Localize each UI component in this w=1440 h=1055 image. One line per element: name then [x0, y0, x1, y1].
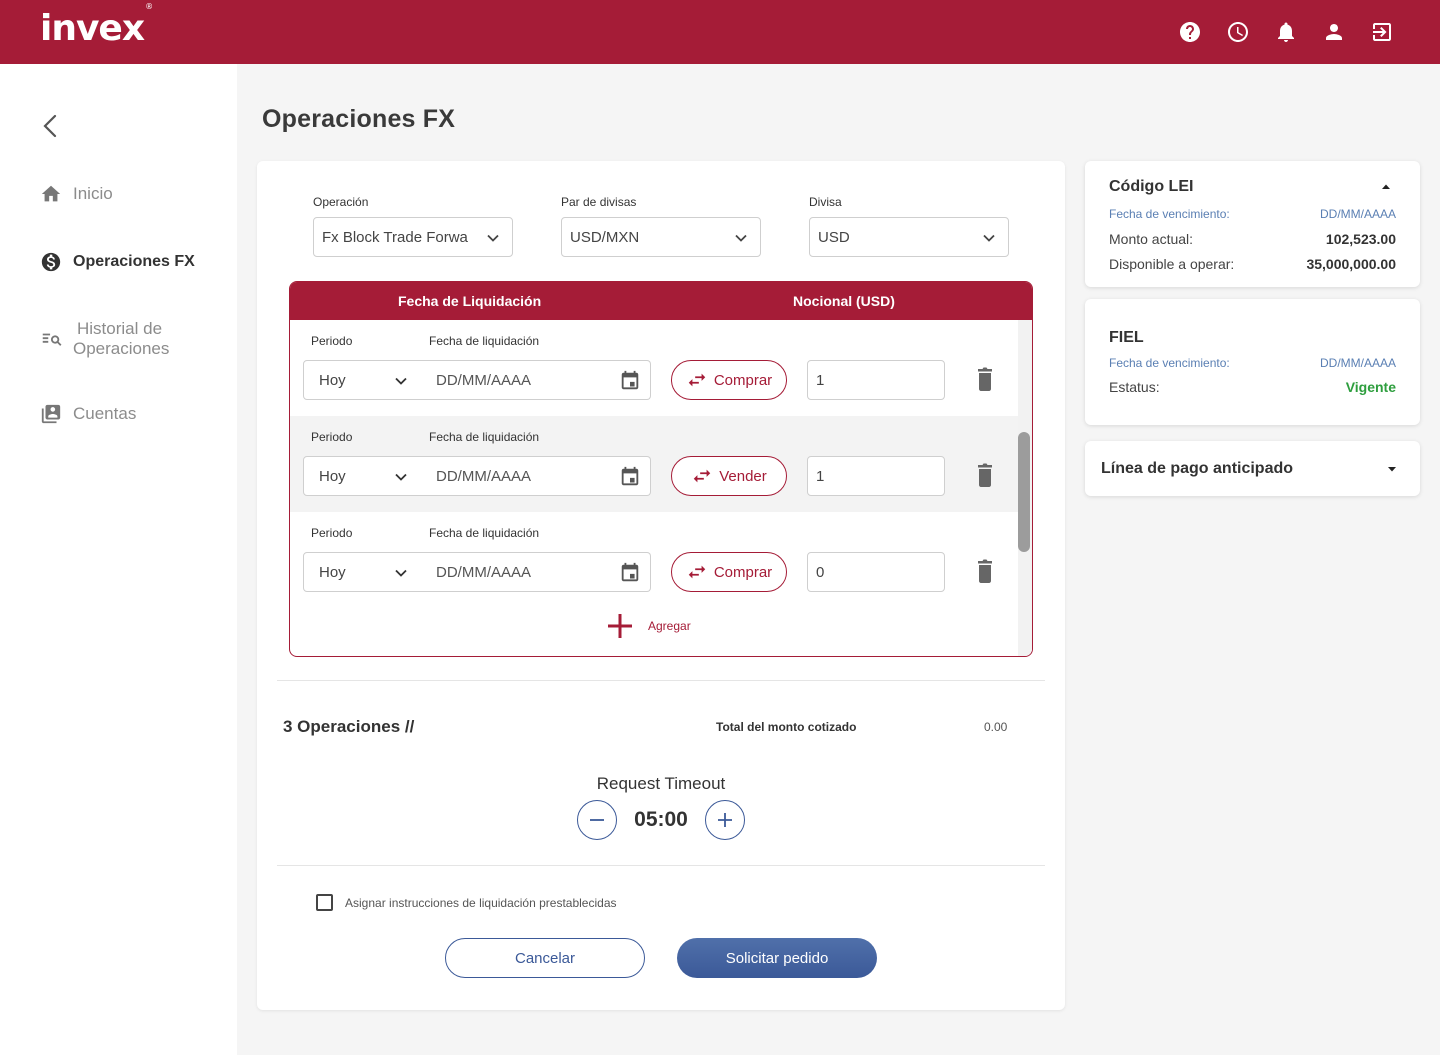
lei-card: Código LEI Fecha de vencimiento: DD/MM/A…: [1085, 161, 1420, 287]
accounts-icon: [41, 404, 61, 424]
sidebar-item-cuentas[interactable]: Cuentas: [40, 403, 136, 425]
comprar-button[interactable]: Comprar: [671, 552, 787, 592]
chevron-down-icon: [395, 569, 407, 577]
top-bar: invex®: [0, 0, 1440, 64]
table-row: Periodo Fecha de liquidación Hoy DD/MM/A…: [290, 416, 1018, 512]
plus-icon: [608, 614, 632, 638]
chevron-down-icon: [983, 234, 995, 242]
fiel-card: FIEL Fecha de vencimiento: DD/MM/AAAA Es…: [1085, 299, 1420, 425]
chevron-down-icon: [395, 473, 407, 481]
sidebar-item-inicio[interactable]: Inicio: [40, 183, 113, 205]
back-chevron-icon[interactable]: [38, 112, 62, 140]
divider: [277, 680, 1045, 681]
fecha-liquidacion-input[interactable]: DD/MM/AAAA: [420, 456, 651, 496]
timeout-stepper: 05:00: [577, 800, 745, 840]
search-list-icon: [42, 333, 62, 346]
timeout-title: Request Timeout: [596, 774, 726, 793]
operations-table: Fecha de Liquidación Nocional (USD) Peri…: [289, 281, 1033, 657]
home-icon: [41, 185, 61, 202]
operations-count: 3 Operaciones //: [283, 717, 415, 736]
nocional-input[interactable]: 1: [807, 360, 945, 400]
operation-form-card: Operación Fx Block Trade Forwa Par de di…: [257, 161, 1065, 1010]
top-bar-icons: [1178, 20, 1394, 44]
lei-title: Código LEI: [1109, 178, 1194, 195]
caret-up-icon[interactable]: [1380, 181, 1392, 193]
operacion-select[interactable]: Fx Block Trade Forwa: [313, 217, 513, 257]
preset-instructions-checkbox[interactable]: Asignar instrucciones de liquidación pre…: [316, 894, 617, 911]
calendar-icon[interactable]: [619, 370, 641, 392]
sidebar: Inicio Operaciones FX Historial de Operac…: [0, 64, 237, 1055]
periodo-select[interactable]: Hoy: [303, 552, 421, 592]
par-label: Par de divisas: [561, 195, 637, 209]
swap-arrows-icon: [688, 373, 706, 387]
swap-arrows-icon: [688, 565, 706, 579]
minus-icon: [590, 819, 604, 821]
linea-title: Línea de pago anticipado: [1101, 460, 1294, 477]
nocional-input[interactable]: 1: [807, 456, 945, 496]
plus-icon: [718, 813, 732, 827]
sidebar-item-historial[interactable]: Historial de Operaciones: [40, 319, 169, 359]
header-fecha: Fecha de Liquidación: [398, 293, 542, 309]
operacion-label: Operación: [313, 195, 369, 209]
calendar-icon[interactable]: [619, 466, 641, 488]
linea-pago-card[interactable]: Línea de pago anticipado: [1085, 441, 1420, 496]
header-nocional: Nocional (USD): [793, 293, 895, 309]
fecha-liquidacion-input[interactable]: DD/MM/AAAA: [420, 360, 651, 400]
user-icon[interactable]: [1322, 20, 1346, 44]
divider: [277, 865, 1045, 866]
help-icon[interactable]: [1178, 20, 1202, 44]
decrease-timeout-button[interactable]: [577, 800, 617, 840]
sidebar-item-operaciones-fx[interactable]: Operaciones FX: [40, 251, 195, 273]
chevron-down-icon: [395, 377, 407, 385]
fiel-title: FIEL: [1109, 329, 1144, 346]
divisa-label: Divisa: [809, 195, 842, 209]
table-row: Periodo Fecha de liquidación Hoy DD/MM/A…: [290, 512, 1018, 608]
status-badge: Vigente: [1345, 379, 1396, 395]
swap-arrows-icon: [693, 469, 711, 483]
invex-logo[interactable]: invex®: [40, 2, 153, 49]
chevron-down-icon: [487, 234, 499, 242]
periodo-select[interactable]: Hoy: [303, 456, 421, 496]
cancel-button[interactable]: Cancelar: [445, 938, 645, 978]
periodo-select[interactable]: Hoy: [303, 360, 421, 400]
par-divisas-select[interactable]: USD/MXN: [561, 217, 761, 257]
calendar-icon[interactable]: [619, 562, 641, 584]
total-value: 0.00: [984, 720, 1008, 734]
comprar-button[interactable]: Comprar: [671, 360, 787, 400]
bell-icon[interactable]: [1274, 20, 1298, 44]
logout-icon[interactable]: [1370, 20, 1394, 44]
caret-down-icon[interactable]: [1386, 463, 1398, 475]
page-title: Operaciones FX: [262, 105, 456, 133]
submit-order-button[interactable]: Solicitar pedido: [677, 938, 877, 978]
trash-icon[interactable]: [973, 365, 997, 393]
timeout-value: 05:00: [634, 808, 688, 831]
fecha-liquidacion-input[interactable]: DD/MM/AAAA: [420, 552, 651, 592]
trash-icon[interactable]: [973, 557, 997, 585]
total-label: Total del monto cotizado: [716, 720, 857, 734]
scrollbar-thumb[interactable]: [1018, 432, 1030, 552]
chevron-down-icon: [735, 234, 747, 242]
divisa-select[interactable]: USD: [809, 217, 1009, 257]
dollar-icon: [41, 252, 61, 272]
trash-icon[interactable]: [973, 461, 997, 489]
checkbox-box[interactable]: [316, 894, 333, 911]
nocional-input[interactable]: 0: [807, 552, 945, 592]
clock-icon[interactable]: [1226, 20, 1250, 44]
agregar-button[interactable]: Agregar: [606, 612, 691, 640]
table-row: Periodo Fecha de liquidación Hoy DD/MM/A…: [290, 320, 1018, 416]
table-header: Fecha de Liquidación Nocional (USD): [290, 282, 1032, 320]
vender-button[interactable]: Vender: [671, 456, 787, 496]
increase-timeout-button[interactable]: [705, 800, 745, 840]
